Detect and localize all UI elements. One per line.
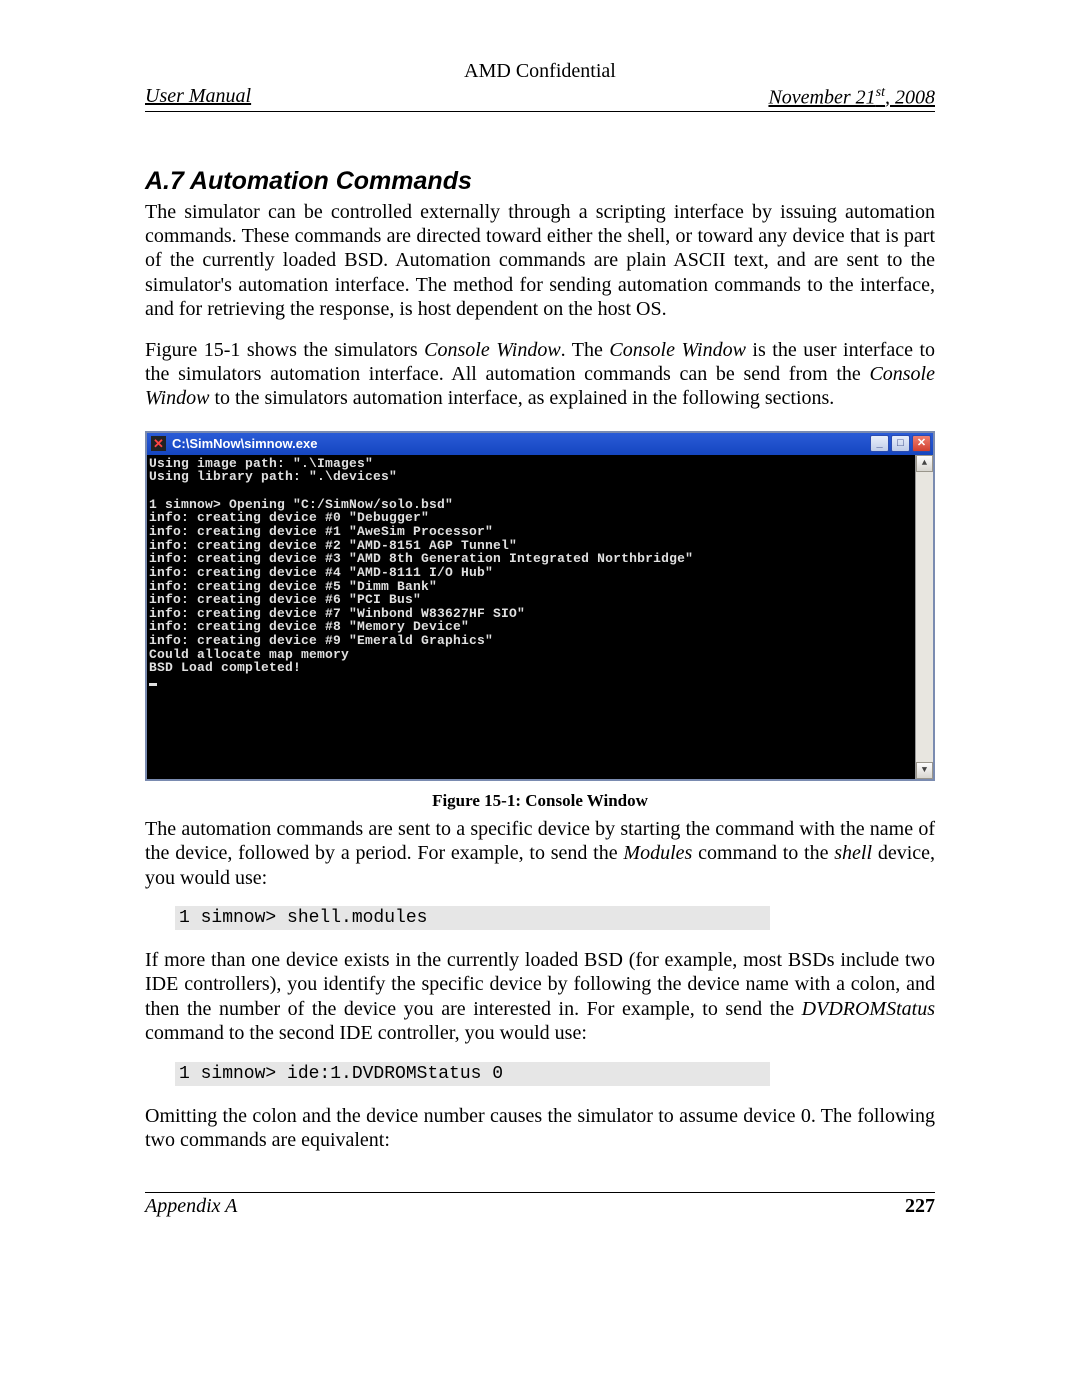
close-button[interactable]: ✕ [912,435,931,452]
figure-caption: Figure 15-1: Console Window [145,791,935,811]
p4-c: command to the second IDE controller, yo… [145,1022,587,1044]
minimize-button[interactable]: _ [870,435,889,452]
code-example-2: 1 simnow> ide:1.DVDROMStatus 0 [175,1062,770,1086]
console-window: ✕ C:\SimNow\simnow.exe _ □ ✕ Using image… [145,431,935,781]
p3-c: command to the [692,842,834,864]
paragraph-3: The automation commands are sent to a sp… [145,817,935,890]
p2-a: Figure 15-1 shows the simulators [145,339,424,361]
p2-c: . The [561,339,610,361]
maximize-button[interactable]: □ [891,435,910,452]
scroll-down-button[interactable]: ▼ [916,762,933,779]
p4-b: DVDROMStatus [802,998,935,1020]
header-left: User Manual [145,85,251,110]
paragraph-1: The simulator can be controlled external… [145,200,935,322]
header-right: November 21st, 2008 [768,85,935,110]
scroll-up-button[interactable]: ▲ [916,455,933,472]
p3-d: shell [834,842,872,864]
console-cursor [149,683,157,686]
header-date-prefix: November 21 [768,87,875,109]
paragraph-2: Figure 15-1 shows the simulators Console… [145,338,935,411]
header-date-suffix: , 2008 [885,87,935,109]
app-icon: ✕ [151,436,166,451]
window-titlebar: ✕ C:\SimNow\simnow.exe _ □ ✕ [147,433,933,455]
paragraph-4: If more than one device exists in the cu… [145,948,935,1046]
footer-row: Appendix A 227 [145,1193,935,1218]
p2-b: Console Window [424,339,561,361]
scrollbar-vertical[interactable]: ▲ ▼ [915,455,933,779]
p3-b: Modules [623,842,692,864]
scroll-track[interactable] [916,472,933,762]
code-example-1: 1 simnow> shell.modules [175,906,770,930]
window-title: C:\SimNow\simnow.exe [172,437,868,451]
console-output: Using image path: ".\Images" Using libra… [147,455,915,779]
p2-g: to the simulators automation interface, … [209,387,834,409]
console-body: Using image path: ".\Images" Using libra… [147,455,933,779]
footer-left: Appendix A [145,1195,237,1218]
page-number: 227 [905,1195,935,1218]
p2-d: Console Window [609,339,746,361]
section-heading: A.7 Automation Commands [145,167,935,196]
page: AMD Confidential User Manual November 21… [0,0,1080,1397]
header-row: User Manual November 21st, 2008 [145,85,935,112]
header-date-sup: st [876,85,885,100]
paragraph-5: Omitting the colon and the device number… [145,1104,935,1153]
confidential-label: AMD Confidential [145,60,935,83]
